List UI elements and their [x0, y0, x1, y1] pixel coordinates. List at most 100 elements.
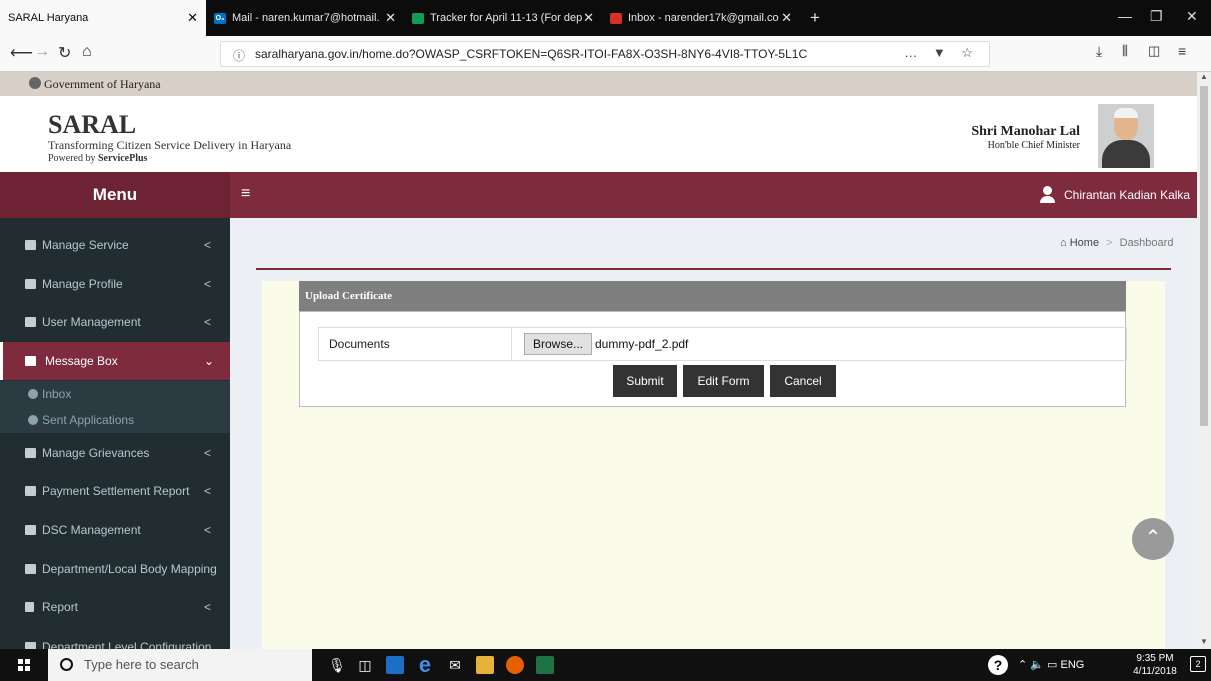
- browse-button[interactable]: Browse...: [524, 333, 593, 355]
- tab-mail[interactable]: O₃ Mail - naren.kumar7@hotmail. ✕: [206, 0, 404, 36]
- sidebar-item-department-local-body-mapping[interactable]: Department/Local Body Mapping: [0, 550, 230, 588]
- help-icon[interactable]: ?: [988, 655, 1008, 675]
- mail-app-icon[interactable]: ✉: [446, 656, 464, 674]
- tab-label: Mail - naren.kumar7@hotmail.: [232, 12, 380, 24]
- tab-tracker[interactable]: Tracker for April 11-13 (For dep ✕: [404, 0, 602, 36]
- sidebar-item-label: Payment Settlement Report: [42, 484, 190, 498]
- downloads-icon[interactable]: ⤓: [1096, 43, 1102, 60]
- menu-icon[interactable]: ≡: [1178, 43, 1186, 59]
- browser-nav-bar: ⟵ → ↻ ⌂ ⓘ saralharyana.gov.in/home.do?OW…: [0, 36, 1211, 72]
- sidebar-subitem-sent-applications[interactable]: Sent Applications: [0, 407, 230, 433]
- sidebar-subitem-label: Inbox: [42, 387, 72, 401]
- circle-arrow-icon: [28, 415, 38, 425]
- page-scrollbar[interactable]: ▲ ▼: [1197, 72, 1211, 649]
- powered-prefix: Powered by: [48, 153, 98, 164]
- sidebar-item-manage-grievances[interactable]: Manage Grievances <: [0, 434, 230, 472]
- edit-form-button[interactable]: Edit Form: [683, 365, 764, 397]
- task-view-icon[interactable]: ◫: [356, 656, 374, 674]
- hamburger-icon[interactable]: ≡: [241, 185, 250, 203]
- close-tab-icon[interactable]: ✕: [187, 10, 198, 26]
- chevron-left-icon: <: [204, 446, 212, 460]
- edge-browser-icon[interactable]: e: [416, 654, 434, 676]
- file-icon: [25, 602, 34, 612]
- sidebar-item-manage-service[interactable]: Manage Service <: [0, 226, 230, 264]
- library-icon[interactable]: ⫼: [1122, 43, 1128, 59]
- firefox-icon[interactable]: [506, 656, 524, 674]
- taskbar-search-box[interactable]: Type here to search: [48, 649, 312, 681]
- submit-button[interactable]: Submit: [613, 365, 677, 397]
- module-icon: [25, 564, 36, 574]
- cancel-button[interactable]: Cancel: [770, 365, 836, 397]
- sidebar-item-department-level-configuration[interactable]: Department Level Configuration: [0, 628, 230, 649]
- chevron-left-icon: <: [204, 277, 212, 291]
- panel-title: Upload Certificate: [299, 281, 1126, 311]
- back-icon[interactable]: ⟵: [10, 43, 33, 63]
- sidebar-item-payment-settlement-report[interactable]: Payment Settlement Report <: [0, 472, 230, 510]
- menu-title: Menu: [0, 172, 230, 218]
- chevron-left-icon: <: [204, 523, 212, 537]
- browser-tab-bar: SARAL Haryana ✕ O₃ Mail - naren.kumar7@h…: [0, 0, 1211, 36]
- home-icon[interactable]: ⌂: [82, 43, 92, 61]
- excel-app-icon[interactable]: [536, 656, 554, 674]
- scroll-up-icon[interactable]: ▲: [1200, 72, 1208, 81]
- breadcrumb-home[interactable]: Home: [1070, 237, 1099, 249]
- powered-by: Powered by ServicePlus: [48, 153, 147, 164]
- sidebar-item-label: Message Box: [45, 354, 118, 368]
- notepad-app-icon[interactable]: [386, 656, 404, 674]
- cortana-icon: [60, 658, 73, 671]
- taskbar-clock[interactable]: 9:35 PM 4/11/2018: [1130, 652, 1180, 678]
- close-window-icon[interactable]: ✕: [1186, 8, 1198, 25]
- close-tab-icon[interactable]: ✕: [583, 10, 594, 26]
- user-icon[interactable]: [1040, 186, 1055, 203]
- scroll-down-icon[interactable]: ▼: [1200, 637, 1208, 646]
- info-icon[interactable]: ⓘ: [233, 47, 245, 64]
- network-icon[interactable]: ▭: [1047, 659, 1057, 671]
- sidebar-item-label: Manage Service: [42, 238, 129, 252]
- sidebar-item-manage-profile[interactable]: Manage Profile <: [0, 265, 230, 303]
- sidebar-item-dsc-management[interactable]: DSC Management <: [0, 511, 230, 549]
- content-divider: [256, 268, 1171, 270]
- circle-arrow-icon: [28, 389, 38, 399]
- sidebar-item-label: DSC Management: [42, 523, 141, 537]
- sidebar-item-report[interactable]: Report <: [0, 588, 230, 626]
- sidebar-item-message-box[interactable]: Message Box ⌄: [0, 342, 230, 380]
- chevron-left-icon: <: [204, 600, 212, 614]
- microphone-icon[interactable]: 🎙: [328, 656, 346, 674]
- tab-saral-haryana[interactable]: SARAL Haryana ✕: [0, 0, 206, 36]
- url-text: saralharyana.gov.in/home.do?OWASP_CSRFTO…: [255, 47, 808, 61]
- volume-icon[interactable]: 🔈: [1030, 659, 1044, 671]
- documents-row: Documents Browse... dummy-pdf_2.pdf: [318, 327, 1127, 361]
- sidebar-item-user-management[interactable]: User Management <: [0, 303, 230, 341]
- module-icon: [25, 448, 36, 458]
- sidebar-icon[interactable]: ◫: [1148, 43, 1160, 59]
- new-tab-button[interactable]: +: [802, 0, 832, 36]
- windows-start-icon[interactable]: [18, 659, 30, 671]
- scrollbar-thumb[interactable]: [1200, 86, 1208, 426]
- url-bar[interactable]: ⓘ saralharyana.gov.in/home.do?OWASP_CSRF…: [220, 41, 990, 67]
- cm-name: Shri Manohar Lal: [971, 124, 1080, 139]
- minimize-icon[interactable]: —: [1118, 8, 1132, 24]
- tab-gmail-inbox[interactable]: Inbox - narender17k@gmail.co ✕: [602, 0, 800, 36]
- page-actions-icons[interactable]: … ▼ ☆: [904, 45, 979, 61]
- brand-logo[interactable]: SARAL: [48, 110, 136, 140]
- language-indicator[interactable]: ENG: [1061, 659, 1085, 671]
- scroll-to-top-button[interactable]: ⌃: [1132, 518, 1174, 560]
- chevron-up-icon[interactable]: ⌃: [1018, 659, 1027, 671]
- user-name[interactable]: Chirantan Kadian Kalka: [1064, 188, 1190, 202]
- site-header: SARAL Transforming Citizen Service Deliv…: [0, 96, 1197, 172]
- sidebar-subitem-inbox[interactable]: Inbox: [0, 381, 230, 407]
- notification-center-icon[interactable]: 2: [1190, 656, 1206, 672]
- selected-file-name: dummy-pdf_2.pdf: [595, 337, 689, 351]
- restore-icon[interactable]: ❐: [1150, 8, 1163, 25]
- forward-icon[interactable]: →: [34, 43, 50, 61]
- reload-icon[interactable]: ↻: [58, 43, 71, 63]
- module-icon: [25, 642, 36, 649]
- file-explorer-icon[interactable]: [476, 656, 494, 674]
- system-tray[interactable]: ⌃ 🔈 ▭ ENG: [1018, 658, 1084, 671]
- upload-form: Documents Browse... dummy-pdf_2.pdf Subm…: [299, 311, 1127, 407]
- tagline: Transforming Citizen Service Delivery in…: [48, 138, 292, 152]
- government-label: Government of Haryana: [44, 77, 161, 91]
- close-tab-icon[interactable]: ✕: [385, 10, 396, 26]
- home-icon: ⌂: [1060, 237, 1067, 249]
- close-tab-icon[interactable]: ✕: [781, 10, 792, 26]
